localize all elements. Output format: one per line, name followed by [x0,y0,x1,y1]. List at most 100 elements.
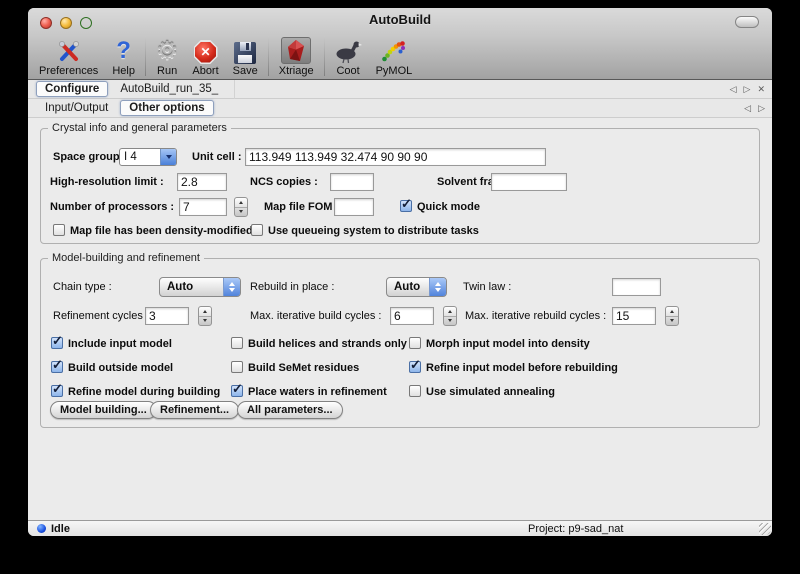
toolbar-item-label: Preferences [39,65,98,77]
max-rebuild-cycles-input[interactable] [612,307,656,325]
toolbar-separator [145,36,146,76]
chain-type-popup[interactable]: Auto [159,277,241,297]
unit-cell-input[interactable] [245,148,546,166]
rebuild-in-place-value: Auto [387,278,429,296]
max-build-cycles-input[interactable] [390,307,434,325]
model-building-button[interactable]: Model building... [50,401,157,419]
refine-before-rebuild-label[interactable]: Refine input model before rebuilding [426,361,618,375]
morph-model-label[interactable]: Morph input model into density [426,337,590,351]
coot-bird-icon [335,35,362,64]
twin-law-input[interactable] [612,278,661,296]
main-tab-bar: Configure AutoBuild_run_35_ ◁ ▷ ✕ [28,80,772,99]
rebuild-in-place-label: Rebuild in place : [250,278,334,296]
refine-during-building-label[interactable]: Refine model during building [68,385,220,399]
morph-model-checkbox[interactable] [409,337,421,349]
crystal-info-groupbox: Crystal info and general parameters Spac… [40,128,760,244]
high-res-input[interactable] [177,173,227,191]
build-helices-checkbox[interactable] [231,337,243,349]
build-semet-label[interactable]: Build SeMet residues [248,361,359,375]
max-rebuild-cycles-stepper[interactable] [665,306,679,326]
refine-before-rebuild-checkbox[interactable] [409,361,421,373]
num-processors-input[interactable] [179,198,227,216]
all-parameters-button[interactable]: All parameters... [237,401,343,419]
density-modified-checkbox[interactable] [53,224,65,236]
main-tab-controls: ◁ ▷ ✕ [730,80,765,99]
max-build-cycles-label: Max. iterative build cycles : [250,307,381,325]
max-rebuild-cycles-label: Max. iterative rebuild cycles : [465,307,606,325]
space-group-value: I 4 [120,149,160,165]
max-build-cycles-stepper[interactable] [443,306,457,326]
chevron-down-icon[interactable] [160,149,176,165]
pymol-button[interactable]: PyMOL [369,30,420,79]
up-down-arrows-icon [429,278,446,296]
build-outside-model-checkbox[interactable] [51,361,63,373]
include-input-model-label[interactable]: Include input model [68,337,172,351]
sub-tab-bar: Input/Output Other options ◁ ▷ [28,99,772,118]
ncs-copies-input[interactable] [330,173,374,191]
tab-input-output[interactable]: Input/Output [36,100,117,116]
rebuild-in-place-popup[interactable]: Auto [386,277,447,297]
build-helices-label[interactable]: Build helices and strands only [248,337,407,351]
help-question-icon: ? [116,38,131,64]
tab-divider [234,80,235,99]
abort-button[interactable]: ✕ Abort [185,30,225,79]
place-waters-label[interactable]: Place waters in refinement [248,385,387,399]
queueing-system-label[interactable]: Use queueing system to distribute tasks [268,224,479,238]
pymol-rainbow-icon [381,35,406,64]
xtriage-crystal-icon [281,35,311,64]
toolbar-item-label: Abort [192,65,218,77]
title-bar: AutoBuild Preferences ? Help [28,8,772,80]
tab-autobuild-run[interactable]: AutoBuild_run_35_ [111,81,227,97]
options-panel: Crystal info and general parameters Spac… [28,118,772,520]
toolbar-separator [324,36,325,76]
solvent-fraction-input[interactable] [491,173,567,191]
close-window-button[interactable] [40,17,52,29]
help-button[interactable]: ? Help [105,30,142,79]
prev-tab-icon[interactable]: ◁ [730,85,737,94]
traffic-lights [40,17,92,29]
tab-other-options[interactable]: Other options [120,100,213,116]
build-semet-checkbox[interactable] [231,361,243,373]
next-tab-icon[interactable]: ▷ [744,85,751,94]
save-button[interactable]: Save [226,30,265,79]
groupbox-caption: Crystal info and general parameters [48,121,231,135]
quick-mode-checkbox[interactable] [400,200,412,212]
map-fom-input[interactable] [334,198,374,216]
next-tab-icon[interactable]: ▷ [758,104,765,113]
space-group-combo[interactable]: I 4 [119,148,177,166]
coot-button[interactable]: Coot [328,30,369,79]
toolbar-item-label: Xtriage [279,65,314,77]
tab-configure[interactable]: Configure [36,81,108,97]
ncs-copies-label: NCS copies : [250,173,318,191]
toolbar: Preferences ? Help ⚙ Run ✕ Abort [32,30,768,79]
prev-tab-icon[interactable]: ◁ [744,104,751,113]
preferences-button[interactable]: Preferences [32,30,105,79]
toolbar-item-label: Run [157,65,177,77]
run-gear-icon: ⚙ [156,38,178,64]
toolbar-item-label: Coot [336,65,359,77]
up-down-arrows-icon [223,278,240,296]
resize-grip[interactable] [759,523,771,535]
queueing-system-checkbox[interactable] [251,224,263,236]
minimize-window-button[interactable] [60,17,72,29]
quick-mode-label[interactable]: Quick mode [417,200,480,214]
simulated-annealing-label[interactable]: Use simulated annealing [426,385,555,399]
simulated-annealing-checkbox[interactable] [409,385,421,397]
toolbar-separator [268,36,269,76]
num-processors-stepper[interactable] [234,197,248,217]
refinement-cycles-input[interactable] [145,307,189,325]
build-outside-model-label[interactable]: Build outside model [68,361,173,375]
refinement-cycles-stepper[interactable] [198,306,212,326]
include-input-model-checkbox[interactable] [51,337,63,349]
xtriage-button[interactable]: Xtriage [272,30,321,79]
run-button[interactable]: ⚙ Run [149,30,185,79]
toolbar-toggle-button[interactable] [735,16,759,28]
close-tab-icon[interactable]: ✕ [757,85,765,94]
refine-during-building-checkbox[interactable] [51,385,63,397]
unit-cell-label: Unit cell : [192,148,242,166]
refinement-button[interactable]: Refinement... [150,401,239,419]
toolbar-item-label: PyMOL [376,65,413,77]
place-waters-checkbox[interactable] [231,385,243,397]
map-fom-label: Map file FOM : [264,198,339,216]
density-modified-label[interactable]: Map file has been density-modified [70,224,253,238]
